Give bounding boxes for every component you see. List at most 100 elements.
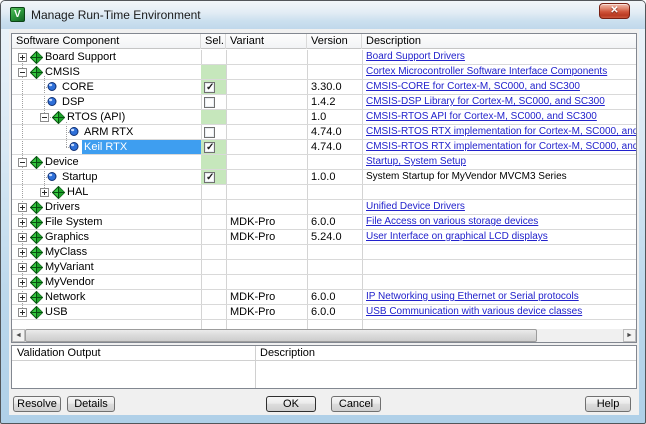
scroll-left-arrow-icon[interactable]: ◄ (12, 329, 25, 342)
sel-checkbox[interactable] (204, 172, 215, 183)
description-link[interactable]: CMSIS-RTOS RTX implementation for Cortex… (366, 141, 636, 152)
scrollbar-thumb[interactable] (25, 329, 537, 342)
version-cell (307, 65, 362, 79)
expand-icon[interactable] (18, 308, 27, 317)
version-cell (307, 200, 362, 214)
component-label[interactable]: CMSIS (43, 65, 83, 79)
component-label[interactable]: DSP (60, 95, 88, 109)
sel-checkbox[interactable] (204, 82, 215, 93)
help-button[interactable]: Help (585, 396, 631, 412)
horizontal-scrollbar[interactable]: ◄ ► (12, 329, 636, 342)
window-title: Manage Run-Time Environment (31, 8, 201, 22)
expand-icon[interactable] (40, 188, 49, 197)
component-label[interactable]: MyVendor (43, 275, 98, 289)
description-link[interactable]: CMSIS-DSP Library for Cortex-M, SC000, a… (366, 96, 605, 107)
description-cell: CMSIS-DSP Library for Cortex-M, SC000, a… (362, 95, 636, 109)
version-cell: 1.0 (307, 110, 362, 124)
table-row[interactable]: CMSIS Cortex Microcontroller Software Int… (12, 65, 636, 80)
table-row[interactable]: Startup1.0.0System Startup for MyVendor … (12, 170, 636, 185)
expand-icon[interactable] (18, 233, 27, 242)
column-header-sel[interactable]: Sel. (201, 34, 226, 49)
collapse-icon[interactable] (40, 113, 49, 122)
sel-cell (201, 200, 226, 214)
ok-button[interactable]: OK (266, 396, 316, 412)
description-link[interactable]: Board Support Drivers (366, 51, 465, 62)
component-label[interactable]: Network (43, 290, 88, 304)
expand-icon[interactable] (18, 218, 27, 227)
collapse-icon[interactable] (18, 158, 27, 167)
table-row[interactable]: DSP1.4.2CMSIS-DSP Library for Cortex-M, … (12, 95, 636, 110)
component-label[interactable]: USB (43, 305, 71, 319)
table-row[interactable]: CORE3.30.0CMSIS-CORE for Cortex-M, SC000… (12, 80, 636, 95)
expand-icon[interactable] (18, 263, 27, 272)
component-label[interactable]: File System (43, 215, 105, 229)
description-link[interactable]: Cortex Microcontroller Software Interfac… (366, 66, 607, 77)
close-icon: ✕ (610, 5, 618, 16)
component-label[interactable]: Graphics (43, 230, 92, 244)
close-button[interactable]: ✕ (599, 3, 630, 19)
component-label[interactable]: Startup (60, 170, 100, 184)
table-row[interactable]: USBMDK-Pro6.0.0USB Communication with va… (12, 305, 636, 320)
table-row[interactable]: GraphicsMDK-Pro5.24.0User Interface on g… (12, 230, 636, 245)
component-label[interactable]: Keil RTX (82, 140, 201, 154)
table-row[interactable]: NetworkMDK-Pro6.0.0IP Networking using E… (12, 290, 636, 305)
table-row[interactable]: MyVariant (12, 260, 636, 275)
sel-checkbox[interactable] (204, 97, 215, 108)
table-row[interactable]: RTOS (API) 1.0 CMSIS-RTOS API for Cortex-M… (12, 110, 636, 125)
component-label[interactable]: HAL (65, 185, 91, 199)
component-label[interactable]: Drivers (43, 200, 83, 214)
component-label[interactable]: MyVariant (43, 260, 97, 274)
description-cell: Cortex Microcontroller Software Interfac… (362, 65, 636, 79)
column-header-version[interactable]: Version (307, 34, 362, 49)
table-row[interactable]: MyClass (12, 245, 636, 260)
tree-cell: Drivers (12, 200, 201, 214)
table-row[interactable]: Device Startup, System Setup (12, 155, 636, 170)
variant-cell: MDK-Pro (226, 215, 307, 229)
table-row[interactable]: File SystemMDK-Pro6.0.0File Access on va… (12, 215, 636, 230)
description-cell (362, 245, 636, 259)
table-row[interactable]: ARM RTX4.74.0CMSIS-RTOS RTX implementati… (12, 125, 636, 140)
cancel-button[interactable]: Cancel (331, 396, 381, 412)
component-label[interactable]: CORE (60, 80, 97, 94)
expand-icon[interactable] (18, 203, 27, 212)
component-label[interactable]: Device (43, 155, 82, 169)
description-link[interactable]: CMSIS-RTOS RTX implementation for Cortex… (366, 126, 636, 137)
description-link[interactable]: File Access on various storage devices (366, 216, 538, 227)
description-link[interactable]: USB Communication with various device cl… (366, 306, 582, 317)
table-row[interactable]: Board Support Board Support Drivers (12, 50, 636, 65)
table-row[interactable]: HAL (12, 185, 636, 200)
expand-icon[interactable] (18, 53, 27, 62)
expand-icon[interactable] (18, 293, 27, 302)
description-link[interactable]: CMSIS-RTOS API for Cortex-M, SC000, and … (366, 111, 597, 122)
expand-icon[interactable] (18, 278, 27, 287)
sel-checkbox[interactable] (204, 127, 215, 138)
sel-checkbox[interactable] (204, 142, 215, 153)
version-cell (307, 275, 362, 289)
variant-cell (226, 200, 307, 214)
validation-description-header: Description (260, 347, 315, 359)
description-cell: CMSIS-RTOS RTX implementation for Cortex… (362, 140, 636, 154)
description-link[interactable]: IP Networking using Ethernet or Serial p… (366, 291, 579, 302)
component-label[interactable]: Board Support (43, 50, 119, 64)
expand-icon[interactable] (18, 248, 27, 257)
description-link[interactable]: CMSIS-CORE for Cortex-M, SC000, and SC30… (366, 81, 580, 92)
variant-cell: MDK-Pro (226, 305, 307, 319)
component-label[interactable]: MyClass (43, 245, 90, 259)
component-label[interactable]: ARM RTX (82, 125, 136, 139)
table-row[interactable]: Drivers Unified Device Drivers (12, 200, 636, 215)
title-bar[interactable]: V Manage Run-Time Environment ✕ (1, 1, 645, 29)
collapse-icon[interactable] (18, 68, 27, 77)
column-header-variant[interactable]: Variant (226, 34, 307, 49)
component-group-icon (30, 156, 43, 169)
resolve-button[interactable]: Resolve (13, 396, 61, 412)
component-label[interactable]: RTOS (API) (65, 110, 128, 124)
details-button[interactable]: Details (67, 396, 115, 412)
column-header-description[interactable]: Description (362, 34, 636, 49)
column-header-software-component[interactable]: Software Component (12, 34, 201, 49)
description-link[interactable]: User Interface on graphical LCD displays (366, 231, 548, 242)
table-row[interactable]: MyVendor (12, 275, 636, 290)
table-row[interactable]: Keil RTX4.74.0CMSIS-RTOS RTX implementat… (12, 140, 636, 155)
description-link[interactable]: Startup, System Setup (366, 156, 466, 167)
description-link[interactable]: Unified Device Drivers (366, 201, 465, 212)
scroll-right-arrow-icon[interactable]: ► (623, 329, 636, 342)
